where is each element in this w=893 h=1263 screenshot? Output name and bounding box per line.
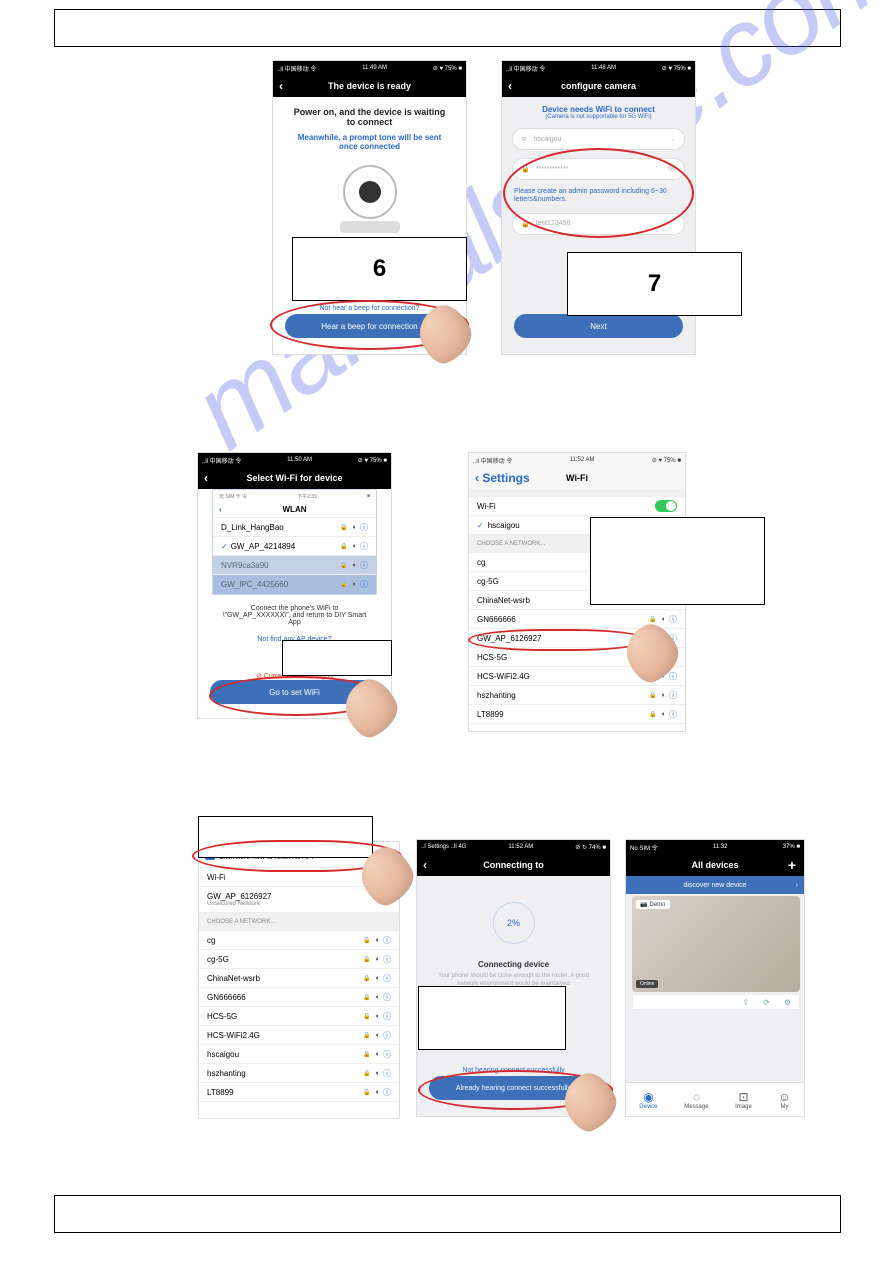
network-row[interactable]: hszhanting [469,686,685,705]
connecting-label: Connecting device [417,960,610,969]
screen-title: Wi-Fi [566,473,588,483]
status-bar: ..l Settings ..ll 4G11:52 AM⊘ ↻ 74% ■ [417,840,610,854]
back-icon[interactable]: ‹ [204,471,208,485]
wlan-row[interactable]: GW_IPC_4425660 [213,575,376,594]
status-bar: ..ll 中国移动 令11:49 AM⊘ ♥ 75% ■ [273,61,466,75]
network-row[interactable]: LT8899 [469,705,685,724]
not-hearing-link[interactable]: Not hearing connect successfully [417,1067,610,1074]
network-row[interactable]: LT8899 [199,1083,399,1102]
screen-title: The device is ready [328,81,411,91]
network-row[interactable]: hszhanting [199,1064,399,1083]
screen-title: All devices [691,860,738,870]
wlan-row[interactable]: ✓GW_AP_4214894 [213,537,376,556]
step-label-10 [198,816,373,858]
online-badge: Online [636,980,658,988]
back-icon[interactable]: ‹ [279,79,283,93]
title-bar: ‹ Settings Wi-Fi [469,467,685,489]
title-bar: ‹ The device is ready [273,75,466,97]
network-row[interactable]: ChinaNet-wsrb [199,969,399,988]
tab-my[interactable]: ☺My [778,1090,790,1110]
wlan-popup: 无 SIM 卡 令下午2:39■ ‹WLAN D_Link_HangBao ✓G… [212,489,377,595]
chevron-down-icon: ⌄ [670,135,676,143]
tab-image[interactable]: ⊡Image [735,1090,752,1110]
page-footer-frame [54,1195,841,1233]
headline: Power on, and the device is waiting to c… [289,107,450,127]
wlan-row[interactable]: NVR9ca3a90 [213,556,376,575]
title-bar: ‹ Select Wi-Fi for device [198,467,391,489]
status-bar: ..ll 中国移动 令11:48 AM⊘ ♥ 75% ■ [502,61,695,75]
status-bar: ..ll 中国移动 令11:50 AM⊘ ♥ 75% ■ [198,453,391,467]
wifi-icon: ᯤ [521,135,527,144]
content: Power on, and the device is waiting to c… [273,97,466,259]
step-label-11 [418,986,566,1050]
network-row[interactable]: cg [199,931,399,950]
camera-thumbnail[interactable]: 📷Demo Online [632,896,800,992]
wifi-toggle[interactable] [655,500,677,512]
need-wifi: Device needs WiFi to connect [512,105,685,114]
screen-title: configure camera [561,81,636,91]
camera-illustration [335,165,405,235]
card-toolbar: ⇪ ⟳ ⚙ [632,994,800,1010]
page-header-frame [54,9,841,47]
back-link[interactable]: ‹ Settings [475,471,530,485]
wifi-toggle-row[interactable]: Wi-Fi [469,497,685,516]
connect-msg: Connect the phone's WiFi to \"GW_AP_XXXX… [198,595,391,636]
network-row[interactable]: cg-5G [199,950,399,969]
share-icon[interactable]: ⇪ [742,998,749,1007]
settings-icon[interactable]: ⚙ [784,998,791,1007]
network-row[interactable]: hscaigou [199,1045,399,1064]
choose-network-header: CHOOSE A NETWORK... [199,913,399,931]
discover-banner[interactable]: discover new device› [626,876,804,894]
screen-title: Connecting to [483,860,544,870]
wifi-password-field[interactable]: 🔒************👁 [512,158,685,180]
network-row[interactable]: HCS-5G [199,1007,399,1026]
title-bar: All devices + [626,854,804,876]
tab-bar: ◉Device ◌Message ⊡Image ☺My [626,1082,804,1116]
next-button[interactable]: Next [514,314,683,338]
screenshot-12: No SIM 令11:3237% ■ All devices + discover… [625,839,805,1117]
status-bar: ..ll 中国移动 令11:52 AM⊘ ♥ 75% ■ [469,453,685,467]
screen-title: Select Wi-Fi for device [247,473,343,483]
lock-icon: 🔒 [521,165,530,173]
step-label-6: 6 [292,237,467,301]
back-icon[interactable]: ‹ [508,79,512,93]
playback-icon[interactable]: ⟳ [763,998,770,1007]
step-label-9 [590,517,765,605]
step-label-8 [282,640,392,676]
title-bar: ‹ configure camera [502,75,695,97]
camera-name-badge: 📷Demo [636,900,670,909]
wlan-row[interactable]: D_Link_HangBao [213,518,376,537]
network-row[interactable]: GN666666 [199,988,399,1007]
add-icon[interactable]: + [788,857,796,873]
not-5g: (Camera is not supportable for 5G WiFi) [512,114,685,120]
content: Device needs WiFi to connect (Camera is … [502,97,695,243]
admin-hint: Please create an admin password includin… [514,188,683,205]
wifi-ssid-field[interactable]: ᯤhscaigou⌄ [512,128,685,150]
eye-icon[interactable]: 👁 [667,165,676,173]
admin-password-field[interactable]: 🔒test123456 [512,213,685,235]
network-list: cg cg-5G ChinaNet-wsrb GN666666 HCS-5G H… [199,931,399,1102]
camera-icon: 📷 [640,901,647,908]
progress-ring: 2% [493,902,535,944]
screenshot-8: ..ll 中国移动 令11:50 AM⊘ ♥ 75% ■ ‹ Select Wi-… [197,452,392,719]
lock-icon: 🔒 [521,220,530,228]
back-icon[interactable]: ‹ [423,858,427,872]
tab-message[interactable]: ◌Message [684,1090,708,1110]
tab-device[interactable]: ◉Device [639,1090,657,1110]
network-row[interactable]: HCS-WiFi2.4G [199,1026,399,1045]
title-bar: ‹ Connecting to [417,854,610,876]
subhead: Meanwhile, a prompt tone will be sent on… [289,133,450,151]
status-bar: No SIM 令11:3237% ■ [626,840,804,854]
step-label-7: 7 [567,252,742,316]
